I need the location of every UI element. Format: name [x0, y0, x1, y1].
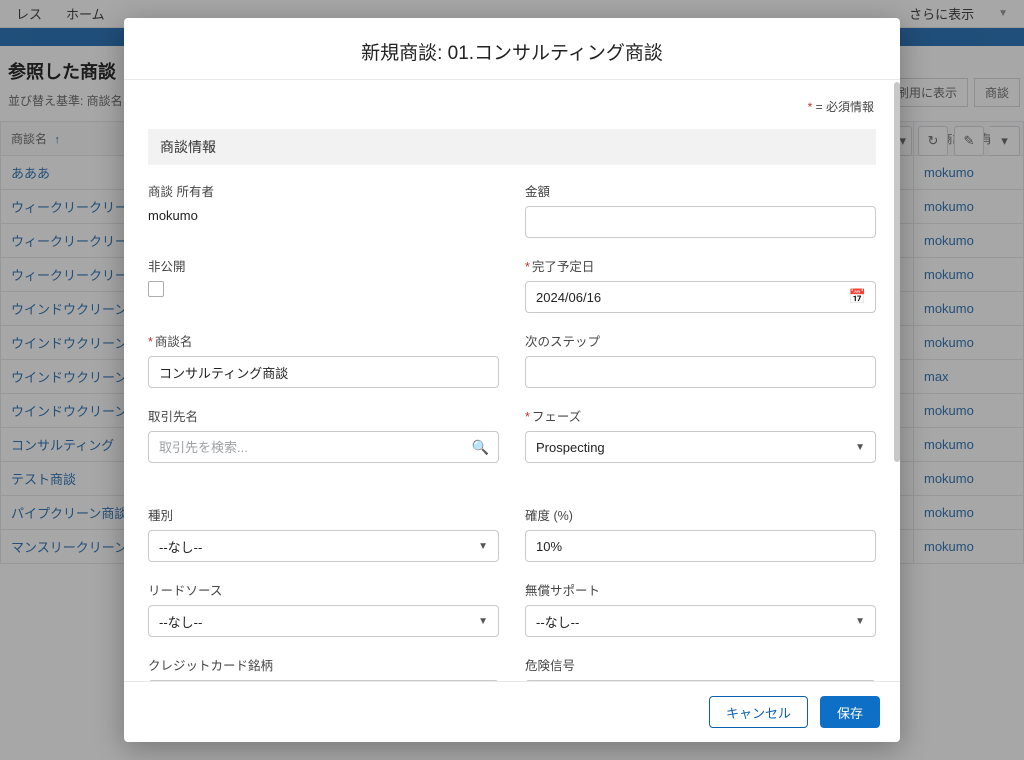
account-lookup-input[interactable] — [148, 431, 499, 463]
required-asterisk: * — [808, 100, 813, 114]
type-select[interactable]: --なし-- ▼ — [148, 530, 499, 562]
phase-value: Prospecting — [536, 440, 605, 455]
lead-source-select[interactable]: --なし-- ▼ — [148, 605, 499, 637]
credit-card-select[interactable]: --なし-- ▼ — [148, 680, 499, 681]
owner-value: mokumo — [148, 206, 499, 223]
free-support-label: 無償サポート — [525, 580, 876, 599]
close-date-input[interactable] — [525, 281, 876, 313]
free-support-select[interactable]: --なし-- ▼ — [525, 605, 876, 637]
amount-input[interactable] — [525, 206, 876, 238]
caret-down-icon: ▼ — [855, 442, 865, 453]
opportunity-name-input[interactable] — [148, 356, 499, 388]
new-opportunity-modal: 新規商談: 01.コンサルティング商談 * = 必須情報 商談情報 商談 所有者… — [124, 18, 900, 742]
close-date-label: 完了予定日 — [532, 260, 595, 274]
caret-down-icon: ▼ — [855, 616, 865, 627]
lead-source-value: --なし-- — [159, 612, 202, 631]
caret-down-icon: ▼ — [478, 616, 488, 627]
modal-scrollbar[interactable] — [892, 80, 900, 681]
amount-label: 金額 — [525, 181, 876, 200]
probability-label: 確度 (%) — [525, 505, 876, 524]
section-opportunity-info: 商談情報 — [148, 129, 876, 165]
type-label: 種別 — [148, 505, 499, 524]
modal-title: 新規商談: 01.コンサルティング商談 — [148, 38, 876, 65]
danger-signal-select[interactable]: --なし-- ▼ — [525, 680, 876, 681]
caret-down-icon: ▼ — [478, 541, 488, 552]
private-label: 非公開 — [148, 256, 499, 275]
phase-label: フェーズ — [532, 410, 581, 424]
danger-signal-label: 危険信号 — [525, 655, 876, 674]
search-icon[interactable]: 🔍 — [472, 439, 489, 456]
account-label: 取引先名 — [148, 406, 499, 425]
required-note: = 必須情報 — [816, 100, 874, 114]
calendar-icon[interactable]: 📅 — [849, 288, 866, 305]
save-button[interactable]: 保存 — [820, 696, 880, 728]
cancel-button[interactable]: キャンセル — [709, 696, 808, 728]
free-support-value: --なし-- — [536, 612, 579, 631]
next-step-label: 次のステップ — [525, 331, 876, 350]
type-value: --なし-- — [159, 537, 202, 556]
scrollbar-thumb[interactable] — [894, 82, 900, 462]
private-checkbox[interactable] — [148, 281, 164, 297]
owner-label: 商談 所有者 — [148, 181, 499, 200]
lead-source-label: リードソース — [148, 580, 499, 599]
opportunity-name-label: 商談名 — [155, 335, 193, 349]
phase-select[interactable]: Prospecting ▼ — [525, 431, 876, 463]
probability-input[interactable] — [525, 530, 876, 562]
modal-overlay: 新規商談: 01.コンサルティング商談 * = 必須情報 商談情報 商談 所有者… — [0, 0, 1024, 760]
next-step-input[interactable] — [525, 356, 876, 388]
credit-card-label: クレジットカード銘柄 — [148, 655, 499, 674]
